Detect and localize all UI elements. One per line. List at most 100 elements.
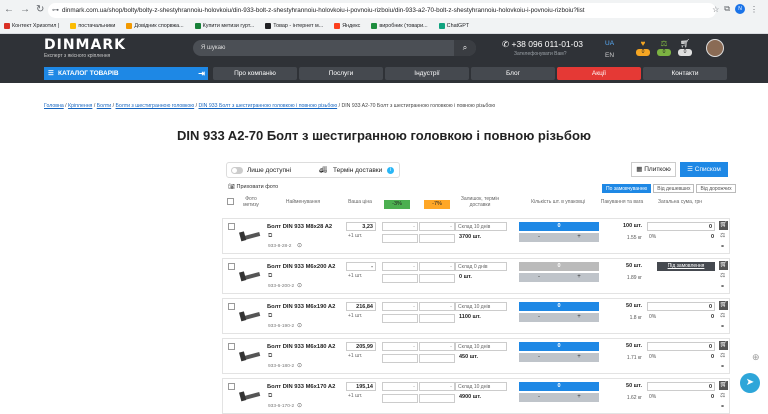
crumb-fasteners[interactable]: Кріплення [68, 103, 92, 109]
warehouse-select[interactable]: Склад 0 днів [455, 262, 507, 271]
bookmark[interactable]: ChatGPT [438, 23, 469, 29]
row-checkbox[interactable] [228, 343, 235, 350]
copy-icon[interactable]: ⧉ [268, 393, 272, 400]
row-checkbox[interactable] [228, 263, 235, 270]
row-checkbox[interactable] [228, 303, 235, 310]
lang-ua[interactable]: UA [605, 40, 614, 47]
bolt-photo[interactable] [239, 307, 265, 325]
quantity-plus-button[interactable]: + [559, 233, 599, 242]
quantity-plus-button[interactable]: + [559, 393, 599, 402]
quantity-plus-button[interactable]: + [559, 353, 599, 362]
bookmark[interactable]: Яндекс [334, 23, 360, 29]
bolt-photo[interactable] [239, 227, 265, 245]
profile-avatar[interactable]: N [735, 4, 745, 14]
info-icon[interactable]: ⊙ [297, 402, 302, 409]
sort-default[interactable]: По замовчуванню [602, 184, 652, 193]
menu-promotions[interactable]: Акції [557, 67, 641, 80]
product-name[interactable]: Болт DIN 933 M8x28 A2 [267, 224, 332, 230]
star-icon[interactable]: ☆ [712, 5, 719, 14]
reload-icon[interactable]: ↻ [36, 4, 44, 15]
compare-icon[interactable]: ⚖ [720, 312, 725, 319]
compare-icon[interactable]: ⚖ [720, 232, 725, 239]
product-name[interactable]: Болт DIN 933 M6x170 A2 [267, 384, 335, 390]
menu-blog[interactable]: Блог [471, 67, 555, 80]
site-info-icon[interactable]: ⊶ [52, 3, 59, 18]
lang-en[interactable]: EN [605, 52, 614, 59]
link-icon[interactable]: ⚭ [720, 243, 725, 250]
warehouse-select[interactable]: Склад 10 днів [455, 342, 507, 351]
warehouse-select[interactable]: Склад 10 днів [455, 222, 507, 231]
scroll-top-icon[interactable]: ⊕ [752, 352, 766, 364]
quantity-input[interactable]: 0 [519, 262, 599, 271]
product-name[interactable]: Болт DIN 933 M6x200 A2 [267, 264, 335, 270]
crumb-home[interactable]: Головна [44, 103, 64, 109]
telegram-icon[interactable]: ➤ [740, 373, 760, 393]
quantity-plus-button[interactable]: + [559, 273, 599, 282]
sort-expensive[interactable]: Від дорожчих [696, 184, 736, 193]
quantity-input[interactable]: 0 [519, 302, 599, 311]
select-all-checkbox[interactable] [227, 198, 234, 205]
quantity-minus-button[interactable]: - [519, 393, 559, 402]
product-name[interactable]: Болт DIN 933 M6x180 A2 [267, 344, 335, 350]
bookmark[interactable]: Купити метизи гурт... [194, 23, 254, 29]
add-to-cart-icon[interactable]: 🛒︎ [719, 261, 728, 270]
bolt-photo[interactable] [239, 387, 265, 405]
compare-icon[interactable]: ⚖ [720, 392, 725, 399]
copy-icon[interactable]: ⧉ [268, 313, 272, 320]
compare-icon[interactable]: ⚖ [720, 352, 725, 359]
menu-icon[interactable]: ⋮ [750, 5, 758, 14]
quantity-minus-button[interactable]: - [519, 353, 559, 362]
quantity-plus-button[interactable]: + [559, 313, 599, 322]
bookmark[interactable]: Контект Хризотил | [4, 23, 59, 29]
quantity-minus-button[interactable]: - [519, 233, 559, 242]
add-to-cart-icon[interactable]: 🛒︎ [719, 301, 728, 310]
info-icon[interactable]: ⊙ [297, 362, 302, 369]
crumb-hex-bolts[interactable]: Болти з шестигранною головкою [116, 103, 195, 109]
cart-button[interactable]: 🛒︎ 0 [678, 39, 692, 56]
copy-icon[interactable]: ⧉ [268, 273, 272, 280]
compare-button[interactable]: ⚖ 0 [657, 39, 671, 56]
link-icon[interactable]: ⚭ [720, 323, 725, 330]
info-icon[interactable]: ⊙ [297, 322, 302, 329]
callback-link[interactable]: Зателефонувати Вам? [514, 51, 566, 57]
search-icon[interactable]: ⌕ [454, 40, 476, 56]
catalog-button[interactable]: ☰ КАТАЛОГ ТОВАРІВ ⇥ [44, 67, 208, 80]
menu-contacts[interactable]: Контакти [643, 67, 727, 80]
sort-cheapest[interactable]: Від дешевших [653, 184, 695, 193]
copy-icon[interactable]: ⧉ [268, 353, 272, 360]
menu-about[interactable]: Про компанію [213, 67, 297, 80]
row-checkbox[interactable] [228, 223, 235, 230]
bolt-photo[interactable] [239, 267, 265, 285]
link-icon[interactable]: ⚭ [720, 363, 725, 370]
view-list-button[interactable]: ☰ Списком [680, 162, 728, 177]
view-tiles-button[interactable]: ▦ Плиткою [631, 162, 676, 177]
compare-icon[interactable]: ⚖ [720, 272, 725, 279]
menu-industries[interactable]: Індустрії [385, 67, 469, 80]
bolt-photo[interactable] [239, 347, 265, 365]
bookmark[interactable]: виробник (товари... [371, 23, 428, 29]
quantity-input[interactable]: 0 [519, 382, 599, 391]
user-avatar[interactable] [706, 39, 724, 57]
quantity-minus-button[interactable]: - [519, 313, 559, 322]
address-bar[interactable]: ⊶ dinmark.com.ua/shop/bolty/bolty-z-shes… [48, 3, 716, 18]
logo[interactable]: DINMARK [44, 37, 126, 53]
search-input[interactable]: Я шукаю ⌕ [193, 40, 476, 56]
favorites-button[interactable]: ♥ 0 [636, 39, 650, 56]
delivery-term-filter[interactable]: Термін доставки [333, 167, 382, 174]
add-to-cart-icon[interactable]: 🛒︎ [719, 341, 728, 350]
info-icon[interactable]: ⊙ [297, 242, 302, 249]
menu-services[interactable]: Послуги [299, 67, 383, 80]
quantity-input[interactable]: 0 [519, 222, 599, 231]
info-icon[interactable]: ⊙ [297, 282, 302, 289]
quantity-input[interactable]: 0 [519, 342, 599, 351]
add-to-cart-icon[interactable]: 🛒︎ [719, 381, 728, 390]
warehouse-select[interactable]: Склад 10 днів [455, 382, 507, 391]
extensions-icon[interactable]: ⧉ [724, 4, 730, 14]
preorder-button[interactable]: Під замовлення [657, 262, 715, 271]
add-to-cart-icon[interactable]: 🛒︎ [719, 221, 728, 230]
warehouse-select[interactable]: Склад 10 днів [455, 302, 507, 311]
only-available-toggle[interactable] [231, 167, 243, 174]
back-icon[interactable]: ← [4, 4, 14, 15]
forward-icon[interactable]: → [20, 4, 30, 15]
bookmark[interactable]: Товар - інтернет м... [265, 23, 323, 29]
